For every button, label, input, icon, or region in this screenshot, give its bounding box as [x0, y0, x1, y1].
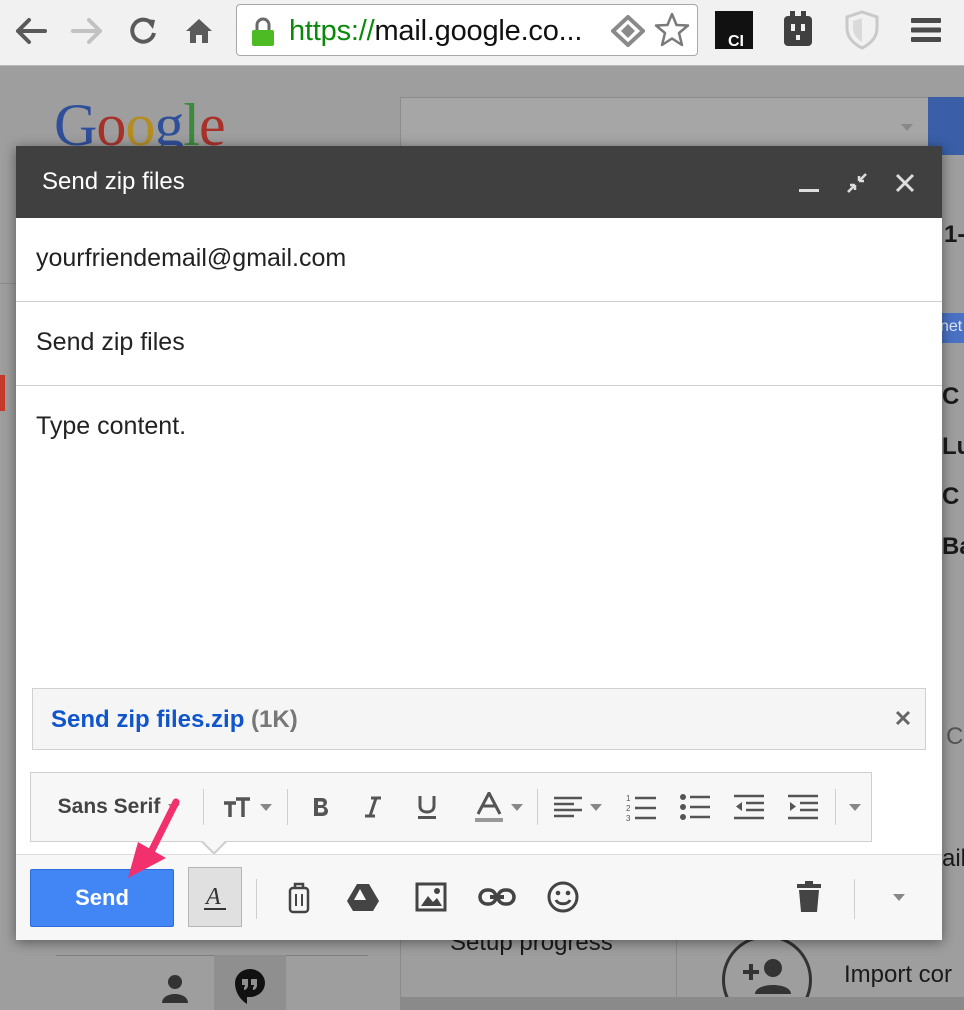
compose-header[interactable]: Send zip files — [16, 146, 942, 218]
attachment-name[interactable]: Send zip files.zip — [51, 706, 244, 733]
inbox-active-marker — [0, 375, 5, 411]
toolbar-pointer-fill — [202, 840, 226, 852]
import-contacts-label: Import cor — [844, 961, 953, 988]
chat-divider — [56, 955, 368, 956]
compose-title: Send zip files — [42, 168, 185, 195]
italic-icon — [365, 796, 381, 818]
reload-icon[interactable] — [126, 14, 160, 48]
chevron-down-icon — [849, 803, 861, 811]
message-body[interactable]: Type content. — [36, 412, 186, 441]
remove-attachment-icon[interactable] — [891, 706, 915, 730]
numbered-list-icon: 123 — [626, 794, 656, 821]
chevron-down-icon — [893, 893, 905, 901]
chevron-down-icon — [590, 803, 602, 811]
toolbar-divider — [835, 789, 836, 825]
to-value: yourfriendemail@gmail.com — [36, 244, 347, 272]
emoji-icon[interactable] — [538, 869, 588, 925]
chevron-down-icon — [260, 803, 272, 811]
underline-icon — [418, 796, 436, 819]
forward-icon[interactable] — [70, 14, 104, 48]
bg-bottom-strip — [400, 997, 964, 1010]
attachment-link[interactable]: Send zip files.zip (1K) — [51, 706, 298, 734]
home-icon[interactable] — [182, 14, 216, 48]
url-protocol: https:// — [289, 15, 375, 47]
hangouts-icon — [235, 969, 265, 1004]
bulleted-list-icon — [680, 794, 710, 820]
chevron-down-icon — [511, 803, 523, 811]
google-drive-icon[interactable] — [338, 869, 388, 925]
text-format-icon: A — [204, 884, 226, 910]
subject-value: Send zip files — [36, 328, 185, 356]
svg-text:2: 2 — [626, 804, 631, 813]
menu-icon[interactable] — [906, 10, 946, 50]
toolbar-divider — [287, 789, 288, 825]
bulleted-list-button[interactable] — [675, 773, 715, 841]
attachment-chip[interactable]: Send zip files.zip (1K) — [32, 688, 926, 750]
exit-fullscreen-icon[interactable] — [840, 166, 874, 200]
back-icon[interactable] — [14, 14, 48, 48]
bg-snippet: C — [942, 383, 960, 410]
insert-link-icon[interactable] — [472, 869, 522, 925]
more-options-icon[interactable] — [874, 869, 924, 925]
bookmark-star-icon[interactable] — [653, 11, 691, 54]
bg-snippet: ail — [942, 845, 964, 872]
bold-icon — [314, 798, 328, 816]
subject-field[interactable]: Send zip files — [16, 302, 942, 386]
numbered-list-button[interactable]: 123 — [621, 773, 661, 841]
indent-less-icon — [734, 794, 764, 820]
extension-diamond-icon[interactable] — [610, 14, 646, 52]
close-icon[interactable] — [888, 166, 922, 200]
url-text: https://mail.google.co... — [289, 15, 582, 48]
insert-photo-icon[interactable] — [406, 869, 456, 925]
text-color-select[interactable] — [463, 773, 535, 841]
search-options-icon[interactable] — [901, 124, 913, 131]
hangouts-tab[interactable] — [214, 955, 286, 1010]
toolbar-divider — [537, 789, 538, 825]
underline-button[interactable] — [407, 773, 447, 841]
bg-snippet: C — [942, 483, 960, 510]
attachment-size: (1K) — [251, 706, 298, 733]
text-color-icon — [475, 792, 503, 822]
text-size-icon — [224, 797, 250, 817]
contacts-person-icon[interactable] — [160, 973, 190, 1010]
address-bar[interactable]: https://mail.google.co... — [236, 4, 698, 56]
bold-button[interactable] — [301, 773, 341, 841]
annotation-arrow — [118, 798, 198, 884]
font-size-select[interactable] — [213, 773, 281, 841]
indent-more-icon — [788, 794, 818, 820]
url-host: mail.google.co... — [374, 15, 583, 47]
footer-divider — [256, 879, 257, 919]
svg-text:A: A — [204, 884, 221, 910]
browser-toolbar: https://mail.google.co... CI — [0, 0, 964, 66]
bg-snippet: Lu — [942, 433, 964, 460]
discard-draft-icon[interactable] — [784, 869, 834, 925]
indent-more-button[interactable] — [783, 773, 823, 841]
extension-plug-icon[interactable] — [778, 10, 818, 50]
shield-icon[interactable] — [842, 10, 882, 50]
lock-icon — [251, 17, 275, 52]
align-left-icon — [554, 796, 582, 818]
bg-snippet: Ba — [942, 533, 964, 560]
toolbar-divider — [203, 789, 204, 825]
bg-snippet: 1- — [944, 221, 964, 248]
svg-text:1: 1 — [626, 794, 631, 803]
footer-divider — [854, 879, 855, 919]
more-formatting-button[interactable] — [839, 773, 871, 841]
bg-snippet: C — [946, 723, 964, 750]
to-field[interactable]: yourfriendemail@gmail.com — [16, 218, 942, 302]
svg-text:CI: CI — [728, 33, 744, 50]
attach-file-icon[interactable] — [274, 869, 324, 925]
extension-ci-icon[interactable]: CI — [714, 10, 754, 50]
align-select[interactable] — [547, 773, 609, 841]
indent-less-button[interactable] — [729, 773, 769, 841]
svg-text:3: 3 — [626, 814, 631, 821]
minimize-icon[interactable] — [792, 166, 826, 200]
italic-button[interactable] — [353, 773, 393, 841]
